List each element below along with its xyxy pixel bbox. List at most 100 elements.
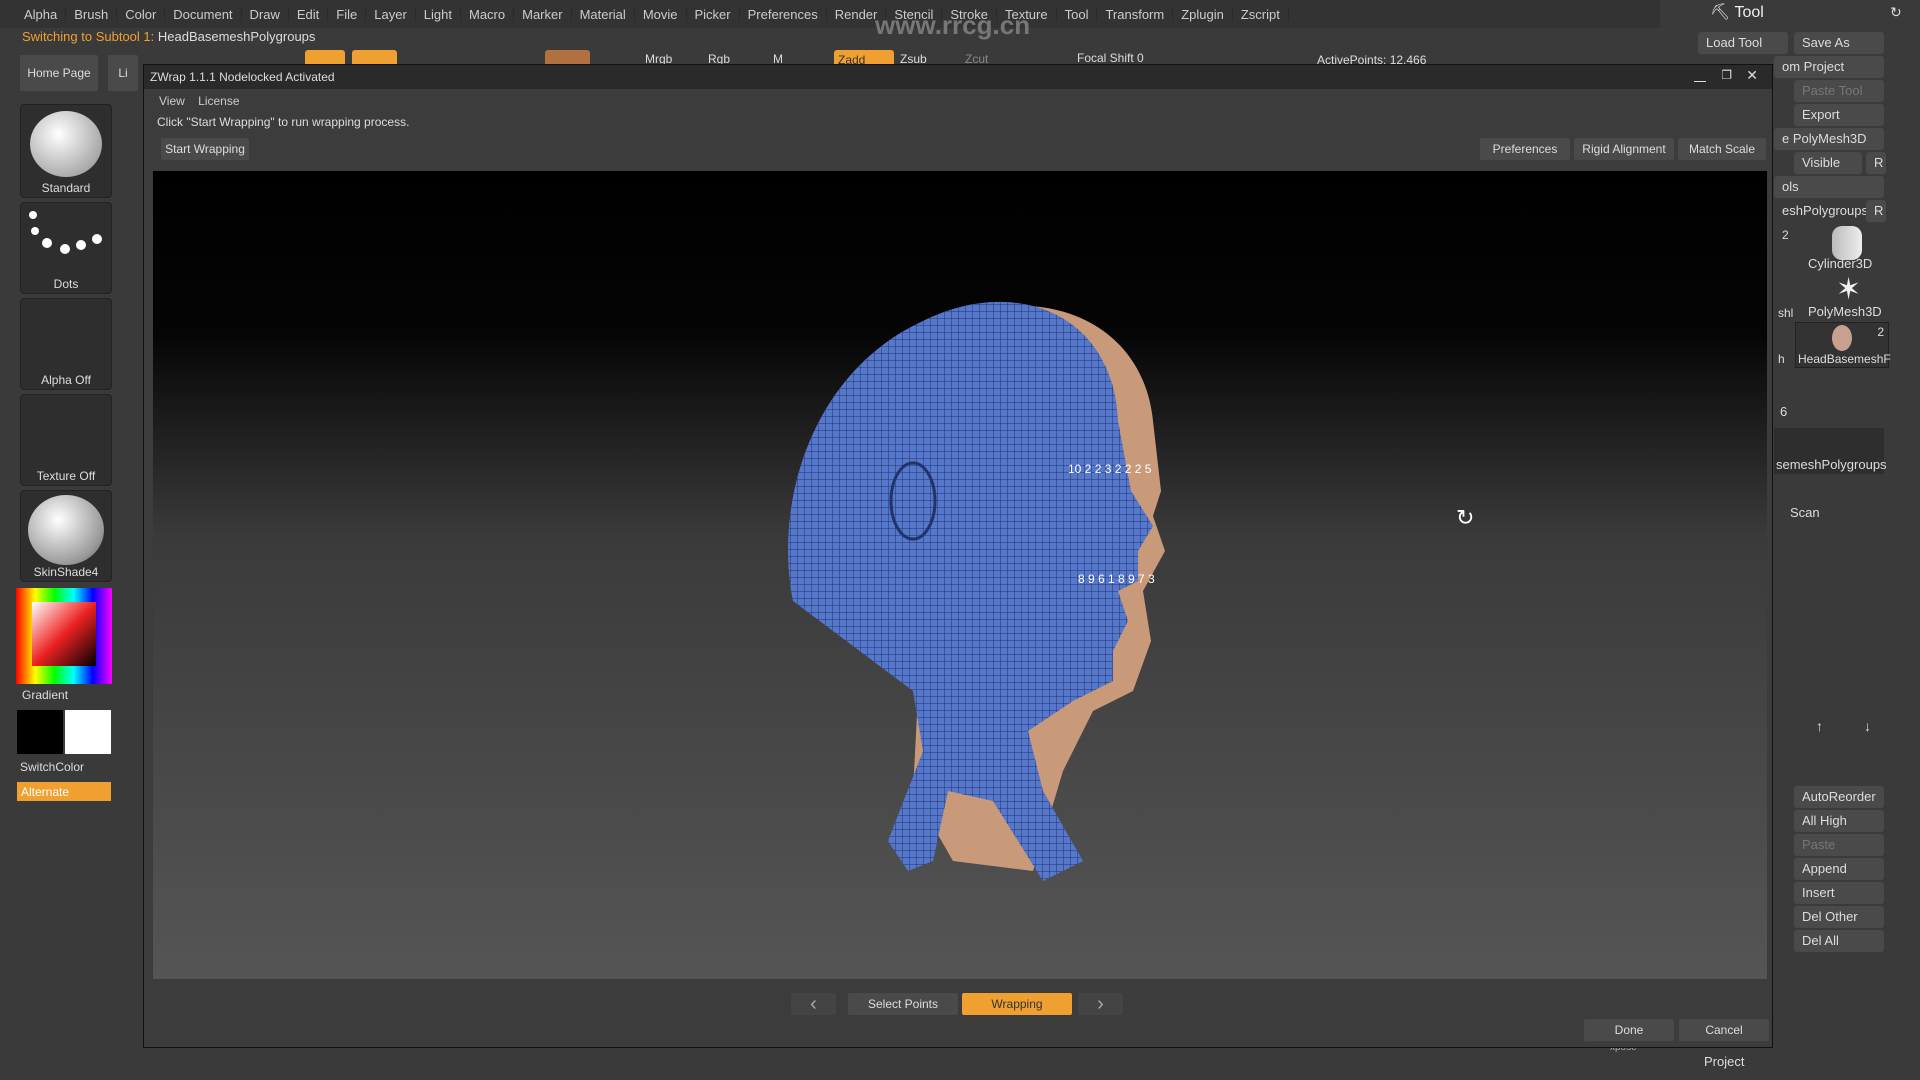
arrow-up-icon[interactable]: ↑ bbox=[1816, 718, 1823, 734]
menu-movie[interactable]: Movie bbox=[635, 6, 687, 22]
arrow-down-icon[interactable]: ↓ bbox=[1864, 718, 1871, 734]
all-high-button[interactable]: All High bbox=[1794, 810, 1884, 832]
menu-tool[interactable]: Tool bbox=[1057, 6, 1098, 22]
lightbox-button[interactable]: Li bbox=[108, 55, 138, 91]
material-sphere-icon bbox=[28, 495, 104, 565]
home-page-button[interactable]: Home Page bbox=[20, 55, 98, 91]
menu-macro[interactable]: Macro bbox=[461, 6, 515, 22]
lightbox-tools-button[interactable]: ols bbox=[1774, 176, 1884, 198]
eye-markers: 10 2 2 3 2 2 2 5 bbox=[1068, 462, 1152, 476]
menu-brush[interactable]: Brush bbox=[66, 6, 118, 22]
menu-preferences[interactable]: Preferences bbox=[740, 6, 827, 22]
stroke-thumb[interactable]: Dots bbox=[20, 202, 112, 294]
paste-button[interactable]: Paste bbox=[1794, 834, 1884, 856]
start-wrapping-button[interactable]: Start Wrapping bbox=[161, 138, 249, 160]
zwrap-menu: View License bbox=[159, 94, 240, 108]
reset-icon[interactable]: ↻ bbox=[1890, 4, 1902, 21]
watermark: www.rrcg.cn bbox=[875, 10, 1031, 40]
alternate-button[interactable]: Alternate bbox=[17, 782, 111, 801]
cylinder3d-tool[interactable]: Cylinder3D bbox=[1808, 256, 1872, 271]
polymesh3d-tool[interactable]: PolyMesh3D bbox=[1808, 304, 1882, 319]
menu-zscript[interactable]: Zscript bbox=[1233, 6, 1289, 22]
headbasemesh-tool[interactable]: 2 HeadBasemeshF bbox=[1795, 322, 1891, 368]
scan-subtool[interactable]: Scan bbox=[1790, 505, 1820, 520]
load-from-project-button[interactable]: om Project bbox=[1774, 56, 1884, 78]
load-tool-button[interactable]: Load Tool bbox=[1698, 32, 1788, 54]
brush-label: Standard bbox=[41, 181, 91, 195]
menu-light[interactable]: Light bbox=[416, 6, 461, 22]
main-color-swatch[interactable] bbox=[17, 710, 63, 754]
color-picker[interactable] bbox=[16, 588, 112, 684]
del-other-button[interactable]: Del Other bbox=[1794, 906, 1884, 928]
texture-label: Texture Off bbox=[36, 469, 96, 483]
del-all-button[interactable]: Del All bbox=[1794, 930, 1884, 952]
rotate-cursor-icon: ↻ bbox=[1456, 505, 1474, 530]
save-as-button[interactable]: Save As bbox=[1794, 32, 1884, 54]
minimize-icon[interactable]: ⎽ bbox=[1694, 68, 1706, 83]
focal-shift-slider[interactable]: Focal Shift 0 bbox=[1077, 51, 1144, 65]
hammer-icon: ⛏ bbox=[1710, 4, 1731, 21]
material-label: SkinShade4 bbox=[33, 565, 99, 579]
subtool-count: 6 bbox=[1780, 404, 1788, 419]
menu-marker[interactable]: Marker bbox=[514, 6, 572, 22]
wrapping-step[interactable]: Wrapping bbox=[962, 993, 1072, 1015]
gradient-label: Gradient bbox=[22, 688, 69, 702]
menu-file[interactable]: File bbox=[328, 6, 367, 22]
menu-picker[interactable]: Picker bbox=[687, 6, 740, 22]
menu-material[interactable]: Material bbox=[572, 6, 635, 22]
menu-edit[interactable]: Edit bbox=[289, 6, 329, 22]
cancel-button[interactable]: Cancel bbox=[1679, 1019, 1769, 1041]
secondary-color-swatch[interactable] bbox=[65, 710, 111, 754]
menu-color[interactable]: Color bbox=[117, 6, 166, 22]
project-label: Project bbox=[1704, 1054, 1745, 1069]
paste-tool-button[interactable]: Paste Tool bbox=[1794, 80, 1884, 102]
current-r-button[interactable]: R bbox=[1866, 200, 1886, 222]
tool-count: 2 bbox=[1782, 228, 1789, 242]
export-button[interactable]: Export bbox=[1794, 104, 1884, 126]
zwrap-titlebar: ZWrap 1.1.1 Nodelocked Activated ⎽ ❐ ✕ bbox=[144, 65, 1772, 89]
3d-viewport[interactable]: 10 2 2 3 2 2 2 5 8 9 6 1 8 9 7 3 ↻ bbox=[153, 171, 1767, 979]
prev-step-button[interactable]: ‹ bbox=[791, 993, 836, 1015]
menu-transform[interactable]: Transform bbox=[1097, 6, 1174, 22]
cylinder-icon bbox=[1832, 226, 1862, 260]
texture-thumb[interactable]: Texture Off bbox=[20, 394, 112, 486]
brush-icon bbox=[30, 111, 102, 177]
menu-document[interactable]: Document bbox=[165, 6, 242, 22]
head-model: 10 2 2 3 2 2 2 5 8 9 6 1 8 9 7 3 ↻ bbox=[788, 301, 1474, 881]
head-thumb-icon bbox=[1832, 325, 1852, 351]
menu-view[interactable]: View bbox=[159, 94, 185, 108]
next-step-button[interactable]: › bbox=[1078, 993, 1123, 1015]
append-button[interactable]: Append bbox=[1794, 858, 1884, 880]
preferences-button[interactable]: Preferences bbox=[1480, 138, 1570, 160]
done-button[interactable]: Done bbox=[1584, 1019, 1674, 1041]
stroke-label: Dots bbox=[53, 277, 79, 291]
close-icon[interactable]: ✕ bbox=[1746, 67, 1758, 84]
make-polymesh-button[interactable]: e PolyMesh3D bbox=[1774, 128, 1884, 150]
dots-icon bbox=[29, 211, 102, 254]
restore-icon[interactable]: ❐ bbox=[1721, 68, 1732, 82]
menu-layer[interactable]: Layer bbox=[366, 6, 416, 22]
alpha-thumb[interactable]: Alpha Off bbox=[20, 298, 112, 390]
switch-color-button[interactable]: SwitchColor bbox=[20, 760, 84, 774]
menu-zplugin[interactable]: Zplugin bbox=[1173, 6, 1233, 22]
menu-draw[interactable]: Draw bbox=[242, 6, 289, 22]
menu-alpha[interactable]: Alpha bbox=[16, 6, 67, 22]
menu-license[interactable]: License bbox=[198, 94, 239, 108]
zwrap-title: ZWrap 1.1.1 Nodelocked Activated bbox=[150, 70, 335, 84]
autoreorder-button[interactable]: AutoReorder bbox=[1794, 786, 1884, 808]
current-tool-slider[interactable]: eshPolygroups. bbox=[1774, 200, 1872, 222]
mouth-markers: 8 9 6 1 8 9 7 3 bbox=[1078, 572, 1155, 586]
insert-button[interactable]: Insert bbox=[1794, 882, 1884, 904]
tool-label-partial-2: h bbox=[1778, 352, 1785, 366]
visible-button[interactable]: Visible bbox=[1794, 152, 1862, 174]
subtool-item[interactable]: semeshPolygroups bbox=[1774, 428, 1887, 474]
instruction-text: Click "Start Wrapping" to run wrapping p… bbox=[157, 115, 410, 129]
visible-r-button[interactable]: R bbox=[1866, 152, 1886, 174]
match-scale-button[interactable]: Match Scale bbox=[1678, 138, 1766, 160]
rigid-alignment-button[interactable]: Rigid Alignment bbox=[1574, 138, 1674, 160]
select-points-step[interactable]: Select Points bbox=[848, 993, 958, 1015]
material-thumb[interactable]: SkinShade4 bbox=[20, 490, 112, 582]
menu-bar: Alpha Brush Color Document Draw Edit File Layer… bbox=[0, 0, 1660, 28]
brush-thumb[interactable]: Standard bbox=[20, 104, 112, 198]
tool-label-partial: shl bbox=[1778, 306, 1794, 320]
